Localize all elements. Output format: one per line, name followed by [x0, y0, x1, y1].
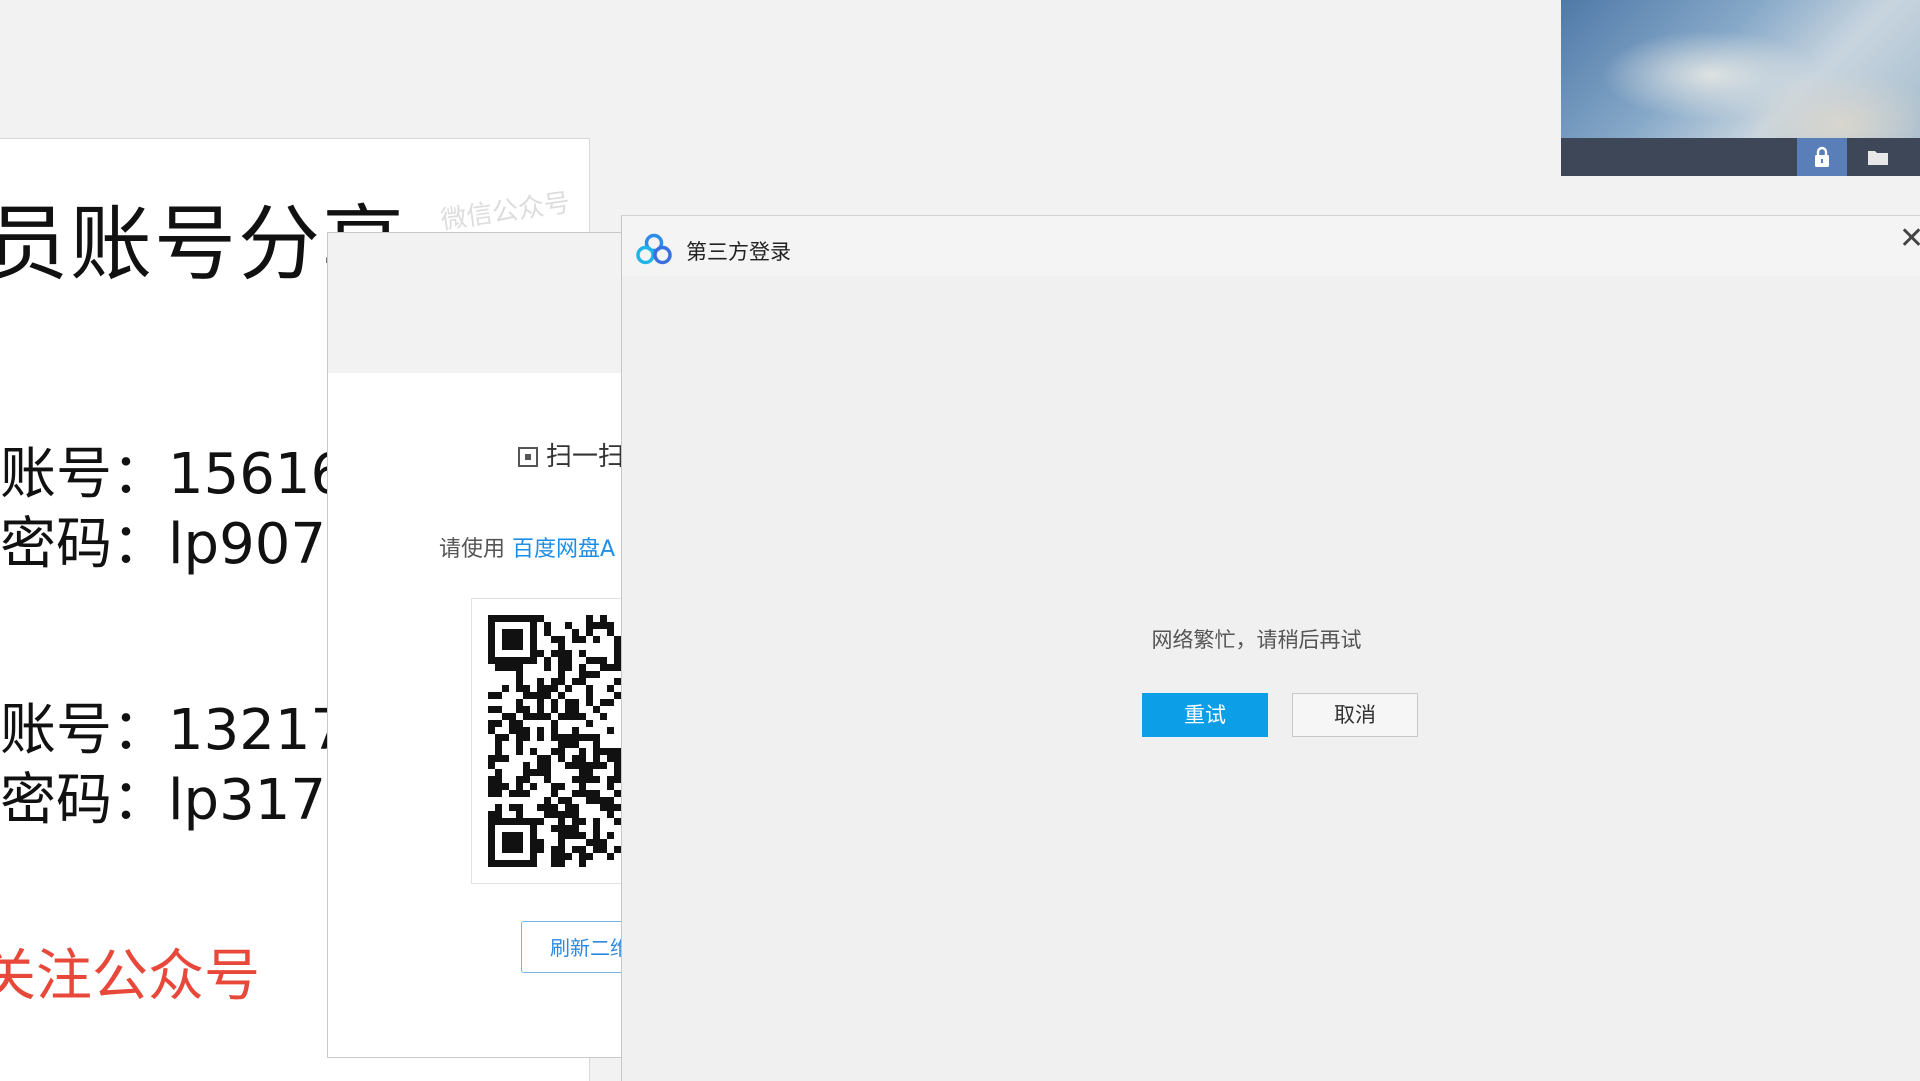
scan-title-text: 扫一扫 [546, 442, 625, 472]
account-line-1: 账号：156168 [0, 442, 382, 507]
cancel-button[interactable]: 取消 [1292, 693, 1418, 737]
qr-login-window: 扫一扫 请使用 百度网盘A 刷新二维 [327, 232, 629, 1058]
qr-code-image [488, 615, 628, 867]
desktop-wallpaper-preview [1561, 0, 1920, 176]
refresh-qr-button[interactable]: 刷新二维 [521, 921, 628, 973]
scan-hint-prefix: 请使用 [439, 537, 512, 562]
scan-hint: 请使用 百度网盘A [439, 531, 615, 563]
dialog-title: 第三方登录 [686, 240, 791, 264]
qr-code [471, 598, 628, 884]
qr-code-icon [518, 447, 538, 467]
lock-icon[interactable] [1797, 138, 1847, 176]
account-line-2: 账号：132173 [0, 698, 382, 763]
document-watermark: 微信公众号 [438, 188, 572, 236]
error-message: 网络繁忙，请稍后再试 [1151, 628, 1362, 652]
dialog-titlebar: 第三方登录 ✕ [622, 216, 1920, 276]
close-icon[interactable]: ✕ [1899, 224, 1920, 254]
scan-title: 扫一扫 [518, 436, 624, 473]
qr-window-header [328, 233, 628, 373]
follow-text: 关注公众号 [0, 944, 260, 1009]
third-party-login-dialog: 第三方登录 ✕ 网络繁忙，请稍后再试 重试 取消 [621, 215, 1920, 1081]
wallpaper-toolbar [1561, 138, 1920, 176]
app-link[interactable]: 百度网盘A [512, 537, 615, 562]
baidu-netdisk-logo-icon [636, 233, 672, 265]
retry-button[interactable]: 重试 [1142, 693, 1268, 737]
folder-icon[interactable] [1853, 138, 1903, 176]
